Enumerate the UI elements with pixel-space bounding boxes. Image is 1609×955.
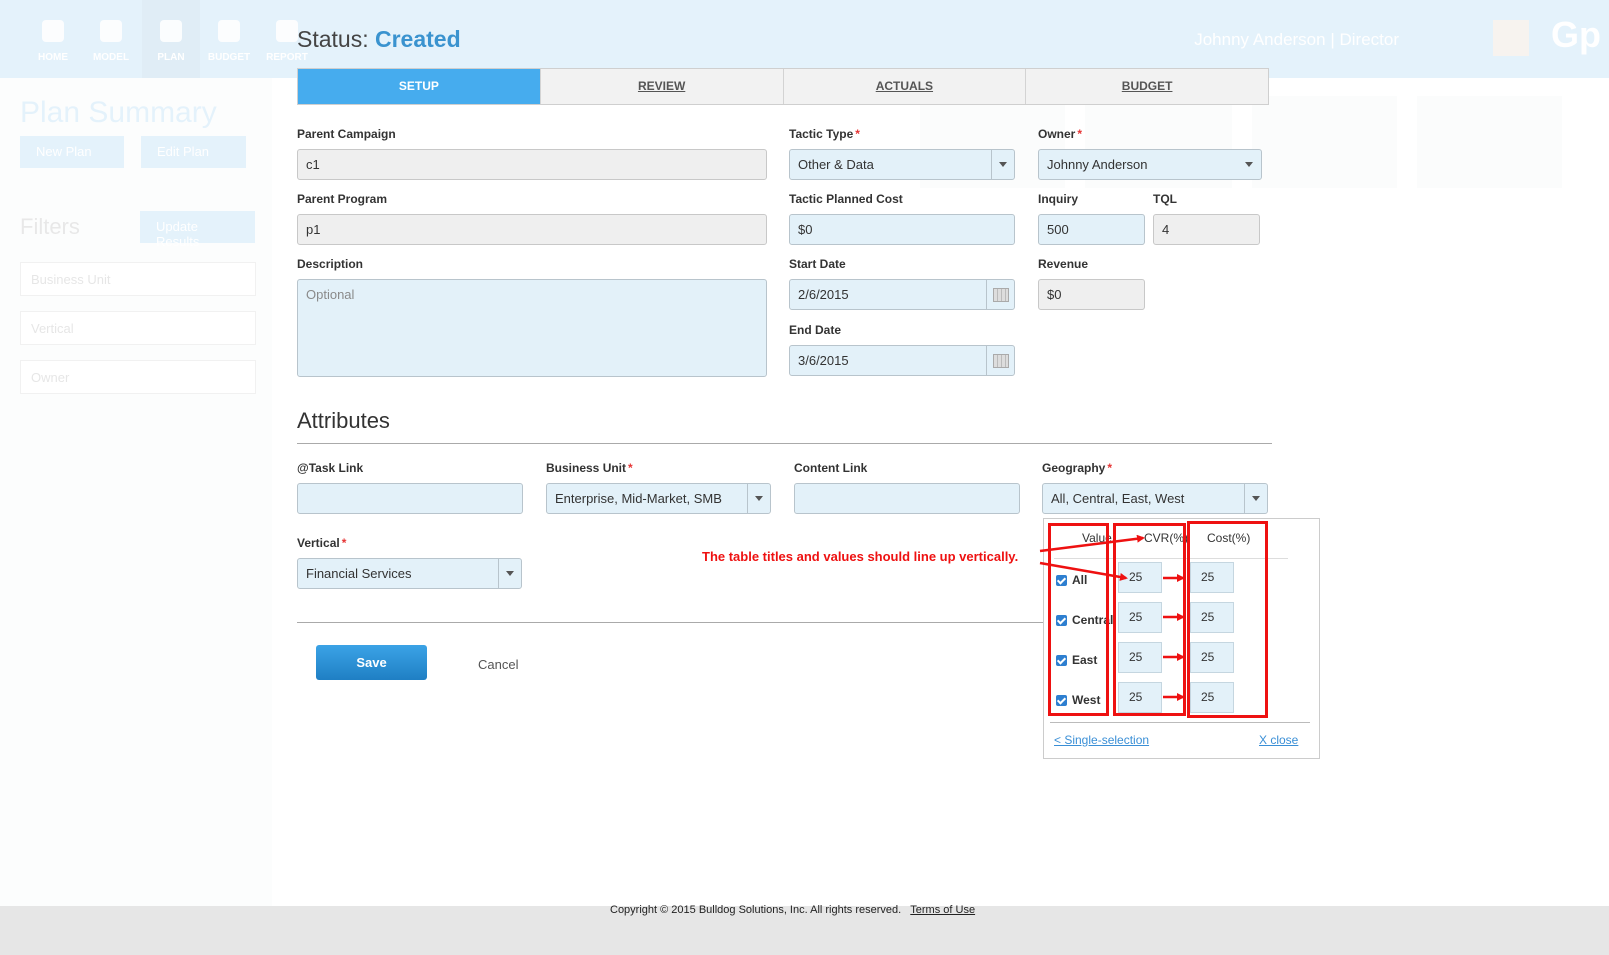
tql-field[interactable]: 4 — [1153, 214, 1260, 245]
vertical-label: Vertical * — [297, 536, 347, 550]
inquiry-field[interactable]: 500 — [1038, 214, 1145, 245]
new-plan-button[interactable]: New Plan — [20, 136, 124, 168]
description-label: Description — [297, 257, 364, 271]
revenue-field[interactable]: $0 — [1038, 279, 1145, 310]
start-date-field[interactable]: 2/6/2015 — [789, 279, 1015, 310]
chevron-down-icon[interactable] — [1244, 484, 1267, 513]
start-date-label: Start Date — [789, 257, 846, 271]
attributes-title: Attributes — [297, 408, 390, 433]
calendar-icon[interactable] — [986, 280, 1014, 309]
filter-vertical[interactable]: Vertical — [20, 311, 256, 345]
required-marker: * — [341, 536, 347, 550]
chart-icon — [276, 20, 298, 42]
vertical-select[interactable]: Financial Services — [297, 558, 522, 589]
tab-bar: SETUP REVIEW ACTUALS BUDGET — [297, 68, 1269, 105]
card-activity-distribution — [1417, 96, 1562, 188]
filters-title: Filters — [20, 214, 80, 239]
left-panel — [0, 78, 272, 930]
tab-setup[interactable]: SETUP — [298, 69, 540, 104]
task-link-label: @Task Link — [297, 461, 364, 475]
revenue-label: Revenue — [1038, 257, 1089, 271]
terms-of-use-link[interactable]: Terms of Use — [910, 904, 975, 916]
edit-plan-button[interactable]: Edit Plan — [141, 136, 246, 168]
nav-model[interactable]: MODEL — [82, 0, 140, 78]
description-field[interactable]: Optional — [297, 279, 767, 377]
tql-label: TQL — [1153, 192, 1177, 206]
status-label: Status: Created — [297, 26, 461, 52]
calendar-icon[interactable] — [986, 346, 1014, 375]
geography-label: Geography * — [1042, 461, 1113, 475]
page-title: Plan Summary — [20, 96, 217, 129]
card-tactics — [1252, 96, 1397, 188]
user-menu[interactable]: Johnny Anderson | Director — [1194, 30, 1399, 50]
divider — [1050, 722, 1310, 723]
single-selection-link[interactable]: < Single-selection — [1054, 733, 1149, 747]
model-icon — [100, 20, 122, 42]
divider — [297, 622, 1045, 623]
required-marker: * — [1107, 461, 1113, 475]
chevron-down-icon[interactable] — [498, 559, 521, 588]
filter-business-unit[interactable]: Business Unit — [20, 262, 256, 296]
top-navigation: HOME MODEL PLAN BUDGET REPORT Johnny And… — [0, 0, 1609, 78]
annotation-box-cvr — [1113, 523, 1186, 716]
chevron-down-icon[interactable] — [1238, 150, 1261, 179]
home-icon — [42, 20, 64, 42]
tab-actuals[interactable]: ACTUALS — [782, 69, 1026, 104]
nav-budget[interactable]: BUDGET — [200, 0, 258, 78]
update-results-button[interactable]: Update Results — [140, 211, 255, 249]
logo: Gp — [1551, 14, 1601, 55]
parent-program-field[interactable]: p1 — [297, 214, 767, 245]
filter-owner[interactable]: Owner — [20, 360, 256, 394]
business-unit-select[interactable]: Enterprise, Mid-Market, SMB — [546, 483, 771, 514]
nav-plan[interactable]: PLAN — [142, 0, 200, 78]
parent-campaign-field[interactable]: c1 — [297, 149, 767, 180]
divider — [297, 443, 1272, 444]
inquiry-label: Inquiry — [1038, 192, 1079, 206]
annotation-box-value — [1048, 523, 1109, 716]
chevron-down-icon[interactable] — [747, 484, 770, 513]
tactic-type-select[interactable]: Other & Data — [789, 149, 1015, 180]
business-unit-label: Business Unit * — [546, 461, 633, 475]
required-marker: * — [855, 127, 860, 141]
owner-label: Owner * — [1038, 127, 1083, 141]
chevron-down-icon[interactable] — [991, 150, 1014, 179]
task-link-field[interactable] — [297, 483, 523, 514]
tab-review[interactable]: REVIEW — [539, 69, 783, 104]
status-value: Created — [375, 26, 461, 52]
required-marker: * — [628, 461, 633, 475]
parent-campaign-label: Parent Campaign — [297, 127, 396, 141]
nav-home[interactable]: HOME — [24, 0, 82, 78]
annotation-box-cost — [1187, 521, 1268, 718]
tab-budget[interactable]: BUDGET — [1025, 69, 1268, 104]
shuffle-icon — [160, 20, 182, 42]
geography-select[interactable]: All, Central, East, West — [1042, 483, 1268, 514]
avatar[interactable] — [1493, 20, 1529, 56]
end-date-label: End Date — [789, 323, 842, 337]
owner-select[interactable]: Johnny Anderson — [1038, 149, 1262, 180]
footer-text: Copyright © 2015 Bulldog Solutions, Inc.… — [610, 904, 976, 916]
content-link-field[interactable] — [794, 483, 1020, 514]
content-link-label: Content Link — [794, 461, 868, 475]
save-button[interactable]: Save — [316, 645, 427, 680]
close-link[interactable]: X close — [1259, 733, 1298, 747]
end-date-field[interactable]: 3/6/2015 — [789, 345, 1015, 376]
tactic-type-label: Tactic Type * — [789, 127, 860, 141]
annotation-text: The table titles and values should line … — [702, 549, 1019, 564]
tactic-planned-cost-label: Tactic Planned Cost — [789, 192, 903, 206]
tactic-planned-cost-field[interactable]: $0 — [789, 214, 1015, 245]
required-marker: * — [1077, 127, 1083, 141]
cancel-button[interactable]: Cancel — [478, 657, 518, 672]
parent-program-label: Parent Program — [297, 192, 388, 206]
flag-icon — [218, 20, 240, 42]
